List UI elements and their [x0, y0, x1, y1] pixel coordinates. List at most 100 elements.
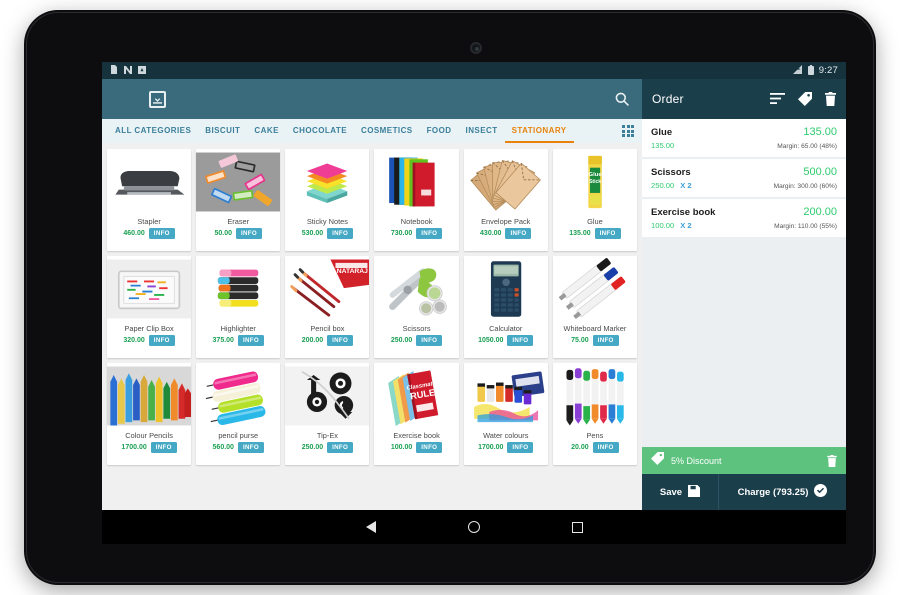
recents-square-icon[interactable]: [571, 521, 583, 533]
product-price-row: 730.00 INFO: [374, 226, 458, 243]
product-info-button[interactable]: INFO: [150, 442, 177, 454]
product-image-sticky: [285, 149, 370, 215]
app-icon: [138, 65, 146, 76]
product-name: Pens: [586, 431, 604, 440]
product-info-button[interactable]: INFO: [148, 335, 175, 347]
order-item-row[interactable]: Scissors 500.00 250.00 X 2 Margin: 300.00 (6…: [642, 159, 846, 197]
order-item-bottom: 135.00 Margin: 65.00 (48%): [651, 141, 837, 150]
product-card[interactable]: Tip-Ex 250.00 INFO: [285, 363, 370, 465]
order-item-row[interactable]: Exercise book 200.00 100.00 X 2 Margin: 110.…: [642, 199, 846, 237]
product-name: Sticky Notes: [306, 217, 348, 226]
product-name: Exercise book: [393, 431, 440, 440]
save-button[interactable]: Save: [642, 474, 719, 510]
product-card[interactable]: Stapler 460.00 INFO: [107, 149, 192, 251]
product-card[interactable]: Colour Pencils 1700.00 INFO: [107, 363, 192, 465]
order-item-top: Glue 135.00: [651, 126, 837, 138]
home-circle-icon[interactable]: [467, 521, 480, 533]
product-price: 730.00: [390, 230, 413, 238]
product-card[interactable]: Calculator 1050.00 INFO: [463, 256, 548, 358]
product-image-tipex: [285, 363, 370, 429]
order-item-total: 500.00: [803, 166, 837, 178]
product-card[interactable]: Highlighter 375.00 INFO: [196, 256, 281, 358]
product-card[interactable]: NATARAJ Pencil box 200.00 INFO: [285, 256, 370, 358]
product-card[interactable]: Sticky Notes 530.00 INFO: [285, 149, 370, 251]
category-tab-stationary[interactable]: STATIONARY: [504, 119, 574, 143]
category-tab-biscuit[interactable]: BISCUIT: [198, 119, 247, 143]
product-info-button[interactable]: INFO: [505, 228, 532, 240]
product-info-button[interactable]: INFO: [327, 228, 354, 240]
product-info-button[interactable]: INFO: [236, 228, 262, 240]
product-price: 50.00: [214, 230, 233, 238]
product-name: Eraser: [227, 217, 250, 226]
order-item-margin: Margin: 300.00 (60%): [773, 183, 837, 190]
product-image-stapler: [107, 149, 192, 215]
product-info-button[interactable]: INFO: [416, 228, 443, 240]
product-name: Colour Pencils: [125, 431, 173, 440]
check-circle-icon: [814, 484, 828, 500]
product-info-button[interactable]: INFO: [507, 335, 534, 347]
order-header: Order: [642, 79, 846, 119]
product-info-button[interactable]: INFO: [594, 228, 621, 240]
product-name: Stapler: [137, 217, 161, 226]
sort-lines-icon[interactable]: [770, 93, 785, 105]
product-info-button[interactable]: INFO: [416, 335, 443, 347]
category-tab-food[interactable]: FOOD: [420, 119, 459, 143]
grid-view-icon[interactable]: [614, 119, 642, 143]
tag-icon[interactable]: [798, 92, 812, 106]
product-name: Scissors: [402, 324, 431, 333]
product-info-button[interactable]: INFO: [592, 442, 619, 454]
product-price-row: 375.00 INFO: [196, 333, 280, 350]
android-nav-bar: [102, 510, 846, 544]
product-info-button[interactable]: INFO: [237, 442, 264, 454]
download-box-icon[interactable]: [149, 90, 166, 108]
category-tab-cake[interactable]: CAKE: [247, 119, 285, 143]
product-price-row: 75.00 INFO: [553, 333, 637, 350]
product-info-button[interactable]: INFO: [507, 442, 534, 454]
product-card[interactable]: Classmate RULE Exercise book 100.00 INFO: [374, 363, 459, 465]
product-name: Envelope Pack: [481, 217, 531, 226]
svg-text:Stick: Stick: [589, 179, 601, 185]
hamburger-menu-icon[interactable]: [114, 93, 131, 106]
order-item-quantity: X 2: [680, 181, 692, 190]
product-card[interactable]: pencil purse 560.00 INFO: [196, 363, 281, 465]
order-item-row[interactable]: Glue 135.00 135.00 Margin: 65.00 (48%): [642, 119, 846, 157]
product-card[interactable]: Glue Stick Glue 135.00 INFO: [552, 149, 637, 251]
product-name: Notebook: [400, 217, 433, 226]
discount-tag-icon: [651, 451, 664, 470]
order-item-total: 200.00: [803, 206, 837, 218]
product-image-clips: [107, 256, 192, 322]
category-tab-all-categories[interactable]: ALL CATEGORIES: [108, 119, 198, 143]
discount-row[interactable]: 5% Discount: [642, 447, 846, 474]
product-card[interactable]: Envelope Pack 430.00 INFO: [463, 149, 548, 251]
charge-button[interactable]: Charge (793.25): [719, 474, 846, 510]
category-tab-cosmetics[interactable]: COSMETICS: [354, 119, 420, 143]
product-card[interactable]: Paper Clip Box 320.00 INFO: [107, 256, 192, 358]
product-card[interactable]: Whiteboard Marker 75.00 INFO: [552, 256, 637, 358]
product-price-row: 200.00 INFO: [285, 333, 369, 350]
search-icon[interactable]: [614, 91, 630, 107]
product-info-button[interactable]: INFO: [592, 335, 619, 347]
product-info-button[interactable]: INFO: [237, 335, 264, 347]
product-card[interactable]: Scissors 250.00 INFO: [374, 256, 459, 358]
order-action-bar: Save Charge (793.25): [642, 474, 846, 510]
product-card[interactable]: Eraser 50.00 INFO: [196, 149, 281, 251]
category-tab-chocolate[interactable]: CHOCOLATE: [286, 119, 354, 143]
category-tab-insect[interactable]: INSECT: [459, 119, 505, 143]
status-bar-clock: 9:27: [818, 65, 838, 76]
back-triangle-icon[interactable]: [365, 521, 376, 533]
order-item-bottom: 100.00 X 2 Margin: 110.00 (55%): [651, 221, 837, 230]
product-price-row: 1700.00 INFO: [464, 440, 548, 457]
product-image-calculator: [463, 256, 548, 322]
product-card[interactable]: Water colours 1700.00 INFO: [463, 363, 548, 465]
trash-icon[interactable]: [825, 92, 836, 106]
product-info-button[interactable]: INFO: [416, 442, 443, 454]
product-info-button[interactable]: INFO: [327, 335, 354, 347]
product-info-button[interactable]: INFO: [148, 228, 175, 240]
product-card[interactable]: Notebook 730.00 INFO: [374, 149, 459, 251]
product-price: 560.00: [212, 444, 234, 452]
discount-delete-icon[interactable]: [827, 454, 837, 467]
product-info-button[interactable]: INFO: [327, 442, 354, 454]
product-price: 430.00: [480, 230, 502, 238]
product-card[interactable]: Pens 20.00 INFO: [552, 363, 637, 465]
product-image-highlighter: [196, 256, 281, 322]
